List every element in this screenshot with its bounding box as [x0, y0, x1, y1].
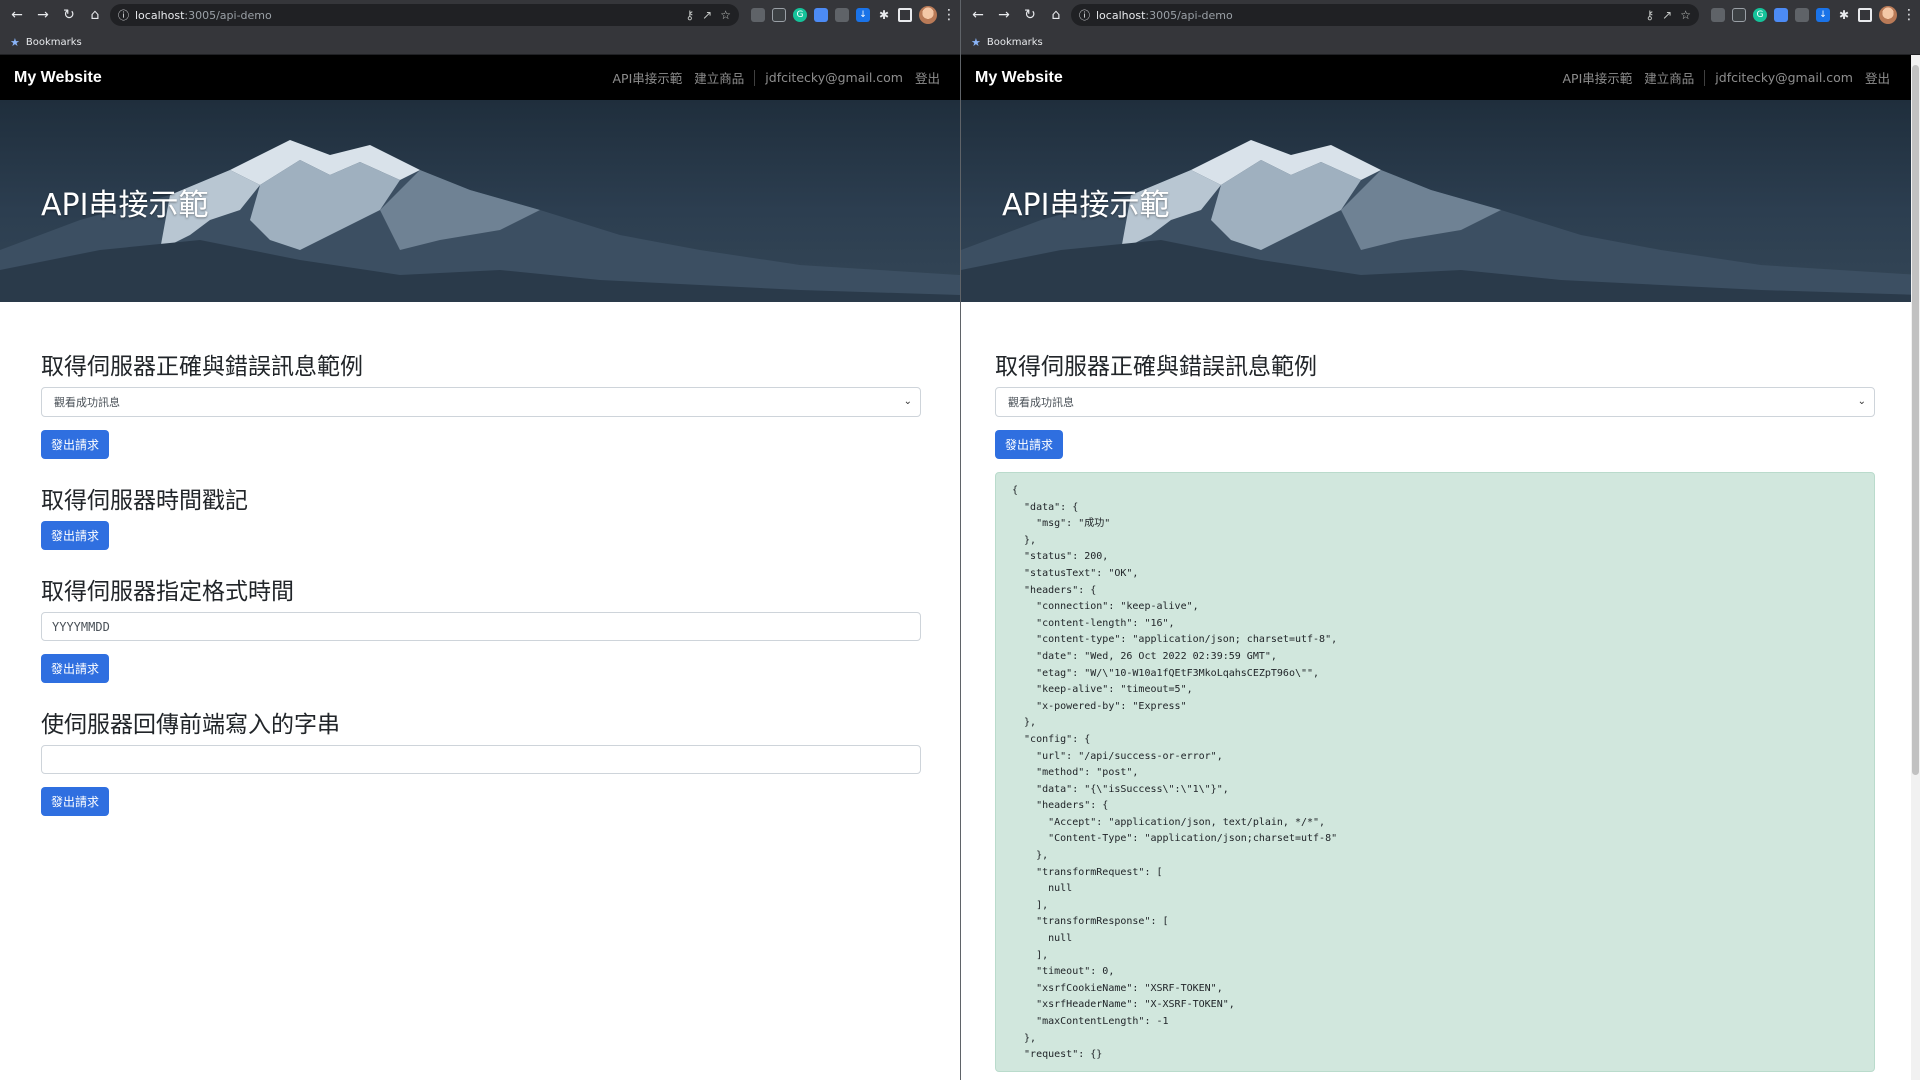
nav-create-product[interactable]: 建立商品 — [688, 68, 750, 87]
puzzle-icon[interactable]: ✱ — [1837, 8, 1851, 22]
site-brand[interactable]: My Website — [14, 69, 102, 87]
section-echo: 使伺服器回傳前端寫入的字串 發出請求 — [41, 705, 921, 816]
menu-icon[interactable]: ⋮ — [942, 4, 956, 26]
bookmarks-bar: ★ Bookmarks — [961, 30, 1920, 55]
screen: ← → ↻ ⌂ ⓘ localhost:3005/api-demo ⚷ ↗ ☆ … — [0, 0, 1920, 1080]
puzzle-icon[interactable]: ✱ — [877, 8, 891, 22]
send-request-button[interactable]: 發出請求 — [41, 521, 110, 550]
chevron-down-icon: ⌄ — [903, 396, 912, 407]
nav-logout[interactable]: 登出 — [1859, 68, 1896, 87]
share-icon[interactable]: ↗ — [702, 8, 712, 22]
nav-divider — [754, 69, 756, 86]
back-icon[interactable]: ← — [6, 4, 28, 26]
section-title: 取得伺服器時間戳記 — [41, 488, 248, 514]
url-path: :3005/api-demo — [1145, 8, 1233, 22]
url-host: localhost — [1096, 8, 1146, 22]
section-title: 取得伺服器指定格式時間 — [41, 579, 294, 605]
select-value: 觀看成功訊息 — [54, 396, 120, 409]
hero-title: API串接示範 — [41, 188, 209, 223]
url-path: :3005/api-demo — [184, 8, 272, 22]
scrollbar-thumb[interactable] — [1912, 65, 1919, 775]
browser-toolbar: ← → ↻ ⌂ ⓘ localhost:3005/api-demo ⚷ ↗ ☆ … — [0, 0, 960, 30]
extension-icon[interactable] — [1711, 8, 1725, 22]
sidepanel-icon[interactable] — [898, 8, 912, 22]
translate-icon[interactable] — [1774, 8, 1788, 22]
extension-icon[interactable] — [772, 8, 786, 22]
reload-icon[interactable]: ↻ — [1019, 4, 1041, 26]
page-scrollbar[interactable] — [1911, 55, 1920, 1080]
key-icon[interactable]: ⚷ — [685, 8, 694, 22]
forward-icon[interactable]: → — [993, 4, 1015, 26]
nav-api-demo[interactable]: API串接示範 — [1556, 68, 1638, 87]
browser-window-right: ← → ↻ ⌂ ⓘ localhost:3005/api-demo ⚷ ↗ ☆ … — [960, 0, 1920, 1080]
menu-icon[interactable]: ⋮ — [1902, 4, 1916, 26]
hero-banner: API串接示範 — [0, 100, 960, 302]
send-request-button[interactable]: 發出請求 — [995, 430, 1064, 459]
nav-api-demo[interactable]: API串接示範 — [606, 68, 688, 87]
avatar[interactable] — [919, 6, 937, 24]
response-type-select[interactable]: 觀看成功訊息 ⌄ — [995, 387, 1875, 417]
download-icon[interactable]: ↓ — [856, 8, 870, 22]
reload-icon[interactable]: ↻ — [58, 4, 80, 26]
main-content: 取得伺服器正確與錯誤訊息範例 觀看成功訊息 ⌄ 發出請求 取得伺服器時間戳記 發… — [0, 302, 960, 816]
main-content: 取得伺服器正確與錯誤訊息範例 觀看成功訊息 ⌄ 發出請求 { "data": {… — [961, 302, 1920, 1072]
extension-icon[interactable] — [1732, 8, 1746, 22]
site-brand[interactable]: My Website — [975, 69, 1063, 87]
forward-icon[interactable]: → — [32, 4, 54, 26]
bookmarks-bar: ★ Bookmarks — [0, 30, 960, 55]
section-title: 取得伺服器正確與錯誤訊息範例 — [995, 354, 1317, 380]
nav-user-email[interactable]: jdfcitecky@gmail.com — [1709, 70, 1859, 85]
info-icon[interactable]: ⓘ — [1079, 7, 1090, 23]
bookmark-star-icon[interactable]: ☆ — [720, 8, 731, 22]
browser-window-left: ← → ↻ ⌂ ⓘ localhost:3005/api-demo ⚷ ↗ ☆ … — [0, 0, 960, 1080]
extension-icon[interactable] — [1795, 8, 1809, 22]
format-input[interactable]: YYYYMMDD — [41, 612, 921, 641]
back-icon[interactable]: ← — [967, 4, 989, 26]
section-title: 使伺服器回傳前端寫入的字串 — [41, 712, 340, 738]
nav-logout[interactable]: 登出 — [909, 68, 946, 87]
translate-icon[interactable] — [814, 8, 828, 22]
share-icon[interactable]: ↗ — [1662, 8, 1672, 22]
grammarly-icon[interactable]: G — [1753, 8, 1767, 22]
address-bar[interactable]: ⓘ localhost:3005/api-demo ⚷ ↗ ☆ — [1071, 4, 1699, 26]
url-host: localhost — [135, 8, 185, 22]
key-icon[interactable]: ⚷ — [1645, 8, 1654, 22]
response-type-select[interactable]: 觀看成功訊息 ⌄ — [41, 387, 921, 417]
send-request-button[interactable]: 發出請求 — [41, 654, 110, 683]
bookmark-star-icon[interactable]: ☆ — [1680, 8, 1691, 22]
download-icon[interactable]: ↓ — [1816, 8, 1830, 22]
site-navbar: My Website API串接示範 建立商品 jdfcitecky@gmail… — [961, 55, 1920, 100]
response-alert: { "data": { "msg": "成功" }, "status": 200… — [995, 472, 1875, 1072]
browser-toolbar: ← → ↻ ⌂ ⓘ localhost:3005/api-demo ⚷ ↗ ☆ … — [961, 0, 1920, 30]
bookmarks-label[interactable]: Bookmarks — [26, 37, 82, 48]
home-icon[interactable]: ⌂ — [1045, 4, 1067, 26]
select-value: 觀看成功訊息 — [1008, 396, 1074, 409]
send-request-button[interactable]: 發出請求 — [41, 430, 110, 459]
response-json: { "data": { "msg": "成功" }, "status": 200… — [1012, 485, 1338, 1061]
nav-user-email[interactable]: jdfcitecky@gmail.com — [759, 70, 909, 85]
chevron-down-icon: ⌄ — [1857, 396, 1866, 407]
bookmarks-star-icon: ★ — [971, 35, 981, 49]
site-navbar: My Website API串接示範 建立商品 jdfcitecky@gmail… — [0, 55, 960, 100]
hero-title: API串接示範 — [1002, 188, 1170, 223]
section-success-error: 取得伺服器正確與錯誤訊息範例 觀看成功訊息 ⌄ 發出請求 — [41, 347, 921, 459]
extension-icon[interactable] — [835, 8, 849, 22]
info-icon[interactable]: ⓘ — [118, 7, 129, 23]
nav-divider — [1704, 69, 1706, 86]
bookmarks-label[interactable]: Bookmarks — [987, 37, 1043, 48]
nav-create-product[interactable]: 建立商品 — [1638, 68, 1700, 87]
avatar[interactable] — [1879, 6, 1897, 24]
hero-banner: API串接示範 — [961, 100, 1920, 302]
extension-icon[interactable] — [751, 8, 765, 22]
echo-input[interactable] — [41, 745, 921, 774]
bookmarks-star-icon: ★ — [10, 35, 20, 49]
send-request-button[interactable]: 發出請求 — [41, 787, 110, 816]
grammarly-icon[interactable]: G — [793, 8, 807, 22]
address-bar[interactable]: ⓘ localhost:3005/api-demo ⚷ ↗ ☆ — [110, 4, 739, 26]
section-timestamp: 取得伺服器時間戳記 發出請求 — [41, 481, 919, 550]
sidepanel-icon[interactable] — [1858, 8, 1872, 22]
section-format-time: 取得伺服器指定格式時間 YYYYMMDD 發出請求 — [41, 572, 921, 683]
home-icon[interactable]: ⌂ — [84, 4, 106, 26]
section-title: 取得伺服器正確與錯誤訊息範例 — [41, 354, 363, 380]
